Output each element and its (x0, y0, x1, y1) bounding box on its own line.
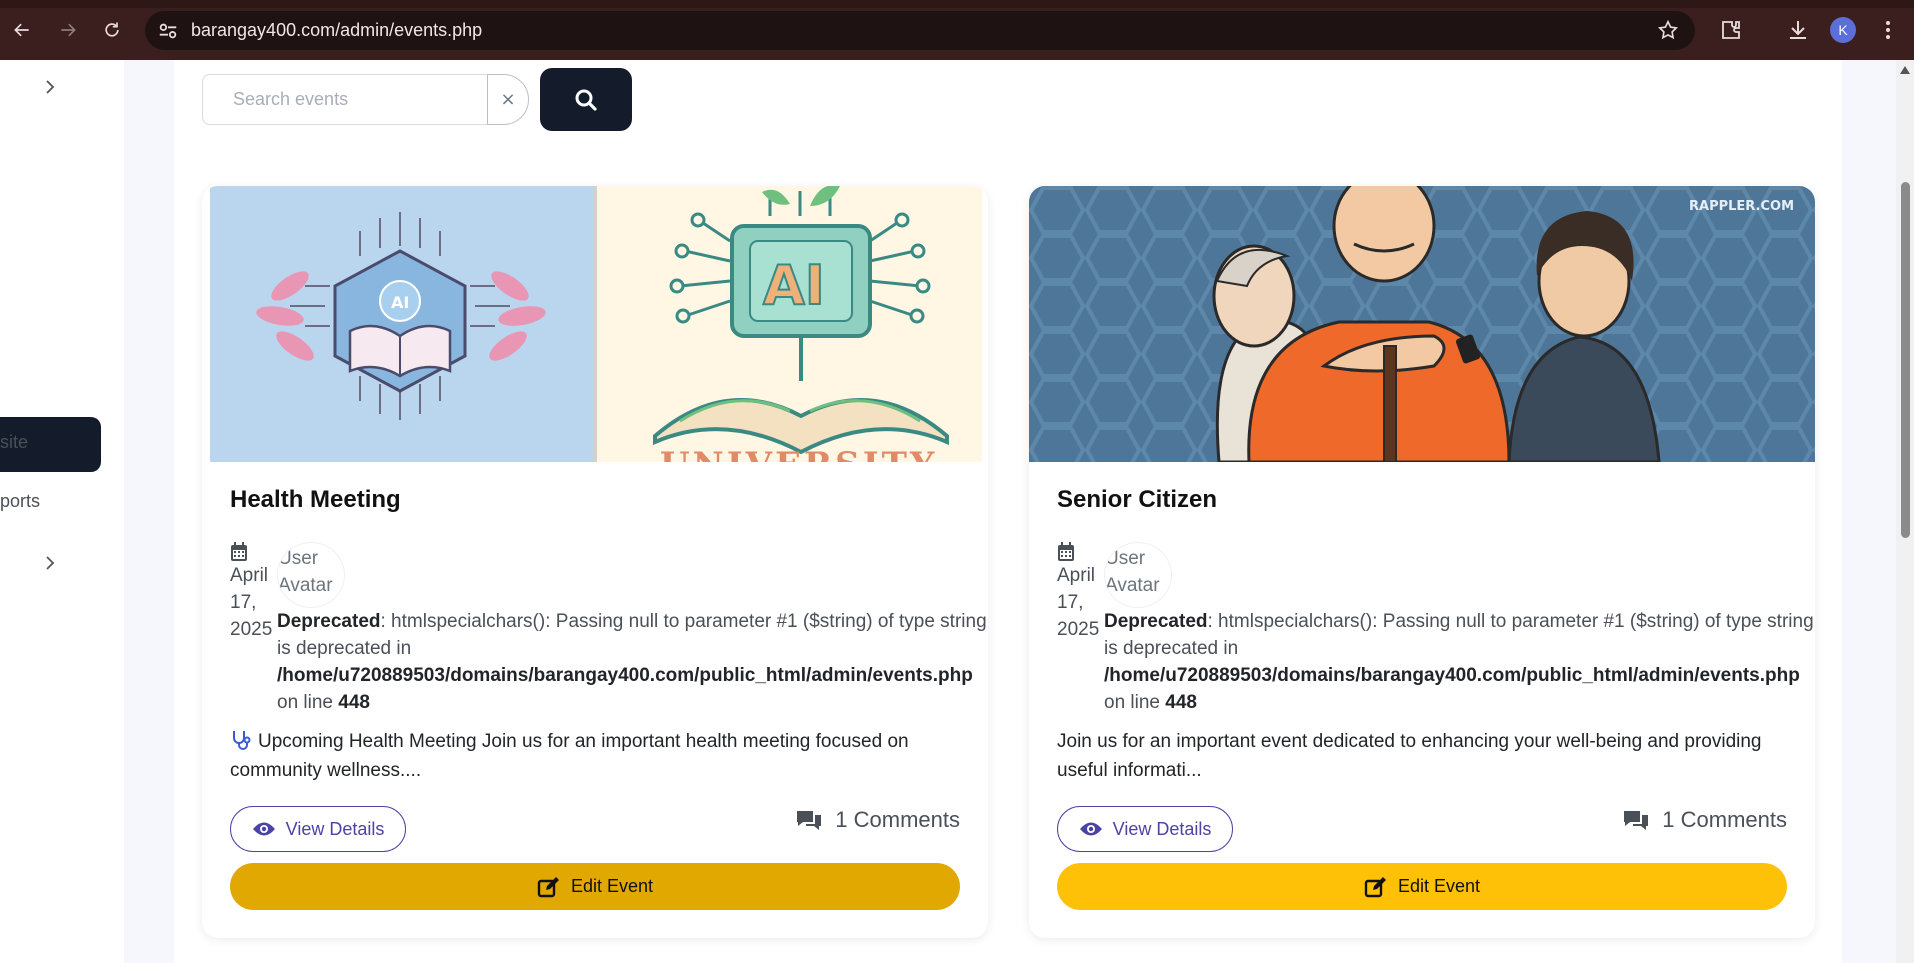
scroll-thumb[interactable] (1901, 182, 1910, 538)
arrow-left-icon (14, 23, 29, 37)
event-date: April 17, 2025 (230, 565, 273, 640)
comments-count[interactable]: 1 Comments (795, 807, 960, 833)
comments-label: 1 Comments (1662, 807, 1787, 832)
edit-event-label: Edit Event (1397, 876, 1481, 896)
site-settings-icon[interactable] (157, 20, 179, 42)
event-description: Upcoming Health Meeting Join us for an i… (230, 727, 960, 785)
arrow-right-icon (61, 23, 76, 37)
warning-label: Deprecated (1104, 611, 1208, 632)
event-description-text: Upcoming Health Meeting Join us for an i… (230, 731, 909, 781)
event-description-text: Join us for an important event dedicated… (1057, 731, 1762, 781)
event-image: AI AI UNIVERSITY (210, 186, 982, 462)
event-card: RAPPLER.COM Senior Citizen April 17, 202… (1029, 186, 1815, 938)
scroll-up-arrow-icon[interactable] (1900, 66, 1910, 74)
back-button[interactable] (8, 16, 36, 44)
image-caption-text: UNIVERSITY (660, 445, 937, 462)
user-avatar: User Avatar (1104, 542, 1172, 608)
eye-icon (252, 822, 275, 836)
url-text[interactable]: barangay400.com/admin/events.php (191, 20, 482, 41)
chevron-right-icon[interactable] (42, 555, 58, 571)
warning-message: : htmlspecialchars(): Passing null to pa… (277, 611, 987, 659)
edit-event-button[interactable]: Edit Event (1057, 863, 1787, 910)
browser-toolbar: barangay400.com/admin/events.php K (0, 0, 1914, 60)
view-details-button[interactable]: View Details (230, 806, 406, 852)
stethoscope-icon (233, 731, 251, 750)
bookmark-star-icon[interactable] (1657, 19, 1679, 41)
comments-icon (1624, 811, 1649, 830)
event-image: RAPPLER.COM (1029, 186, 1815, 462)
warning-line-prefix: on line (277, 692, 333, 713)
tab-strip-edge (0, 0, 1914, 8)
edit-event-label: Edit Event (570, 876, 654, 896)
view-details-label: View Details (1112, 818, 1212, 839)
php-warning: Deprecated: htmlspecialchars(): Passing … (1104, 608, 1815, 716)
warning-message: : htmlspecialchars(): Passing null to pa… (1104, 611, 1814, 659)
warning-line: 448 (338, 692, 370, 713)
event-title: Senior Citizen (1057, 486, 1218, 513)
search-button[interactable] (540, 68, 632, 131)
calendar-icon (231, 542, 247, 561)
view-details-label: View Details (285, 818, 385, 839)
edit-event-button[interactable]: Edit Event (230, 863, 960, 910)
comments-label: 1 Comments (835, 807, 960, 832)
forward-button[interactable] (54, 16, 82, 44)
edit-icon (537, 876, 559, 897)
comments-icon (797, 811, 822, 830)
edit-icon (1364, 876, 1386, 897)
svg-text:AI: AI (391, 293, 409, 312)
watermark-text: RAPPLER.COM (1689, 199, 1794, 214)
event-date: April 17, 2025 (1057, 565, 1100, 640)
warning-line-prefix: on line (1104, 692, 1160, 713)
view-details-button[interactable]: View Details (1057, 806, 1233, 852)
sidebar-item-label[interactable]: ports (0, 491, 40, 512)
chevron-right-icon[interactable] (42, 79, 58, 95)
extensions-icon[interactable] (1719, 18, 1743, 42)
warning-label: Deprecated (277, 611, 381, 632)
php-warning: Deprecated: htmlspecialchars(): Passing … (277, 608, 988, 716)
event-title: Health Meeting (230, 486, 401, 513)
comments-count[interactable]: 1 Comments (1622, 807, 1787, 833)
download-icon[interactable] (1786, 18, 1810, 42)
warning-path: /home/u720889503/domains/barangay400.com… (1104, 665, 1800, 686)
address-bar[interactable]: barangay400.com/admin/events.php (145, 11, 1695, 50)
sidebar-item-label[interactable]: site (0, 432, 28, 453)
sidebar: site ports (0, 60, 124, 963)
menu-kebab-icon[interactable] (1876, 18, 1900, 42)
reload-icon (105, 22, 119, 37)
eye-icon (1079, 822, 1102, 836)
warning-line: 448 (1165, 692, 1197, 713)
svg-text:AI: AI (763, 254, 825, 317)
event-description: Join us for an important event dedicated… (1057, 727, 1787, 785)
ai-book-illustration: AI AI UNIVERSITY (210, 186, 982, 462)
senior-citizens-illustration: RAPPLER.COM (1029, 186, 1815, 462)
calendar-icon (1058, 542, 1074, 561)
user-avatar: User Avatar (277, 542, 345, 608)
page-scrollbar[interactable] (1896, 60, 1914, 963)
profile-avatar[interactable]: K (1830, 17, 1856, 43)
search-icon (575, 89, 597, 111)
event-card: AI AI UNIVERSITY Health Meeting (202, 186, 988, 938)
search-input[interactable] (202, 74, 487, 125)
warning-path: /home/u720889503/domains/barangay400.com… (277, 665, 973, 686)
reload-button[interactable] (98, 16, 126, 44)
